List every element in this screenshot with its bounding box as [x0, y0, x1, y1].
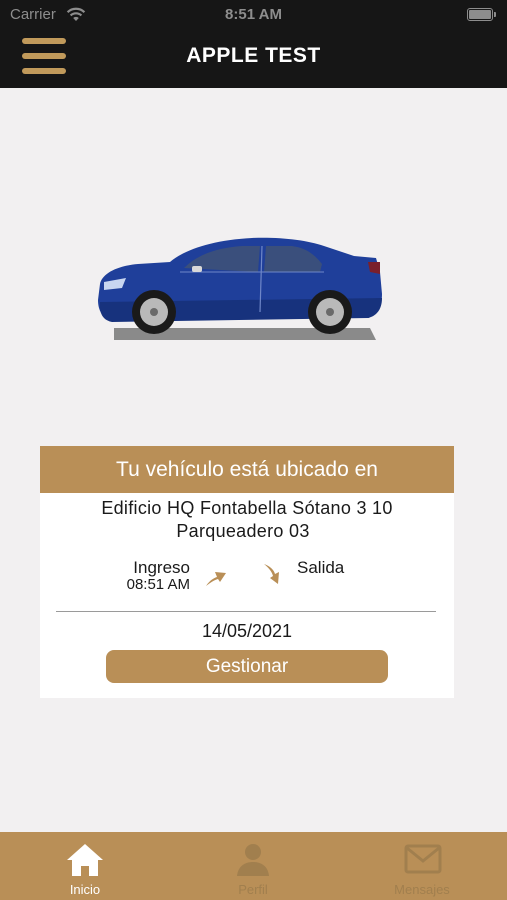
status-time: 8:51 AM — [225, 6, 282, 23]
tab-perfil[interactable]: Perfil — [183, 832, 323, 900]
parking-date: 14/05/2021 — [201, 621, 293, 641]
top-bar: Carrier 8:51 AM APPLE TEST — [0, 0, 507, 88]
vehicle-location-card: Tu vehículo está ubicado en Edificio HQ … — [40, 446, 454, 698]
divider — [56, 611, 436, 612]
ingreso-time: 08:51 AM — [126, 576, 190, 593]
tab-bar: Inicio Perfil Mensajes — [0, 832, 507, 900]
status-bar: Carrier 8:51 AM — [0, 4, 507, 26]
salida-label: Salida — [297, 558, 345, 577]
gestionar-button[interactable]: Gestionar — [106, 650, 388, 683]
arrow-up-icon — [206, 572, 226, 586]
tab-mensajes[interactable]: Mensajes — [352, 832, 492, 900]
arrow-down-icon — [264, 564, 279, 584]
mail-icon — [404, 844, 442, 874]
home-icon — [67, 844, 103, 876]
tab-label-perfil: Perfil — [238, 882, 268, 897]
location-building: Edificio HQ Fontabella Sótano 3 10 — [101, 498, 393, 518]
car-illustration — [98, 237, 382, 340]
tab-label-inicio: Inicio — [69, 882, 101, 897]
profile-icon — [237, 844, 269, 876]
tab-label-mensajes: Mensajes — [394, 882, 450, 897]
location-parking: Parqueadero 03 — [176, 521, 310, 541]
card-header: Tu vehículo está ubicado en — [40, 446, 454, 493]
battery-icon — [467, 8, 496, 21]
page-title: APPLE TEST — [186, 44, 321, 67]
ingreso-label: Ingreso — [133, 558, 190, 577]
tab-inicio[interactable]: Inicio — [15, 832, 155, 900]
